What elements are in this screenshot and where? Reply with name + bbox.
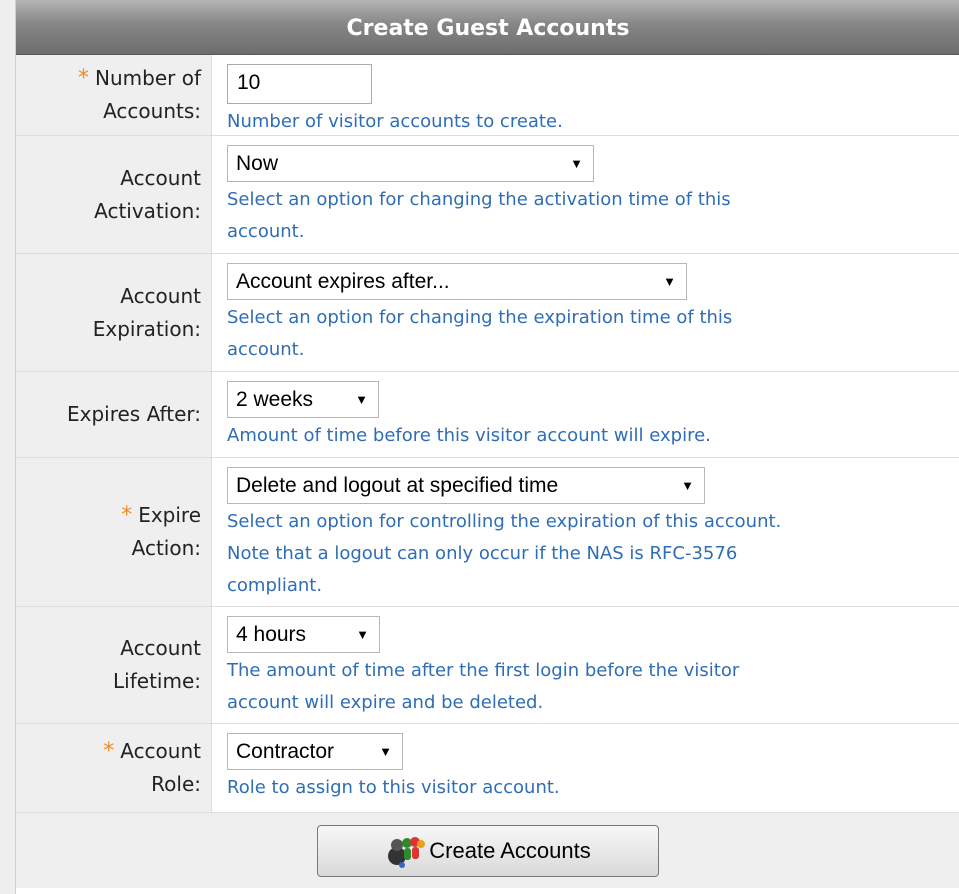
row-account-lifetime: Account Lifetime: 4 hours ▼ The amount o… [16,607,959,724]
account-lifetime-value: 4 hours [236,622,307,646]
caret-down-icon: ▼ [681,478,694,493]
label-activation: Activation: [94,198,201,223]
label-expiration: Expiration: [92,316,201,341]
row-account-expiration: Account Expiration: Account expires afte… [16,254,959,372]
required-marker: * [78,66,90,91]
label-expires-after: Expires After: [66,402,201,426]
expire-action-value: Delete and logout at specified time [236,473,559,497]
number-of-accounts-description: Number of visitor accounts to create. [227,111,563,132]
label-account: Account [120,165,201,190]
row-account-activation: Account Activation: Now ▼ Select an opti… [16,136,959,254]
label-cell: Account Activation: [16,136,212,253]
label-cell: * Number of Accounts: [16,55,212,135]
account-activation-select[interactable]: Now ▼ [227,145,594,182]
required-marker: * [121,503,133,528]
account-role-value: Contractor [236,739,335,763]
create-accounts-label: Create Accounts [429,837,591,863]
label-cell: * Expire Action: [16,458,212,606]
label-account: Account [120,636,201,660]
label-cell: * Account Role: [16,724,212,812]
label-account: Account [120,283,201,308]
row-expire-action: * Expire Action: Delete and logout at spe… [16,458,959,607]
account-expiration-description: Select an option for changing the expira… [227,307,733,360]
field-cell: 10 Number of visitor accounts to create. [212,55,959,135]
number-of-accounts-input[interactable]: 10 [227,64,372,104]
required-marker: * [103,739,115,764]
account-lifetime-description: The amount of time after the first login… [227,660,740,713]
label-role: Role: [151,772,201,796]
account-expiration-value: Account expires after... [236,269,450,293]
label-expire: Expire [138,503,201,527]
expires-after-value: 2 weeks [236,387,314,411]
expire-action-select[interactable]: Delete and logout at specified time ▼ [227,467,705,504]
expires-after-description: Amount of time before this visitor accou… [227,425,711,446]
label-account: Account [120,739,201,763]
create-accounts-button[interactable]: Create Accounts [317,824,659,877]
caret-down-icon: ▼ [379,744,392,759]
account-activation-value: Now [236,151,279,175]
label-cell: Account Expiration: [16,254,212,371]
account-role-select[interactable]: Contractor ▼ [227,733,403,770]
row-number-of-accounts: * Number of Accounts: 10 Number of visito… [16,55,959,136]
account-activation-description: Select an option for changing the activa… [227,189,731,242]
row-expires-after: Expires After: 2 weeks ▼ Amount of time … [16,372,959,458]
row-account-role: * Account Role: Contractor ▼ Role to assi… [16,724,959,813]
label-cell: Expires After: [16,372,212,457]
account-expiration-select[interactable]: Account expires after... ▼ [227,263,687,300]
expire-action-description: Select an option for controlling the exp… [227,511,782,596]
field-cell: Delete and logout at specified time ▼ Se… [212,458,959,606]
form-footer: Create Accounts [16,813,959,888]
field-cell: 4 hours ▼ The amount of time after the f… [212,607,959,723]
caret-down-icon: ▼ [570,156,583,171]
account-role-description: Role to assign to this visitor account. [227,777,560,798]
caret-down-icon: ▼ [356,627,369,642]
caret-down-icon: ▼ [663,274,676,289]
expires-after-select[interactable]: 2 weeks ▼ [227,381,379,418]
label-number-of: Number of [95,66,201,90]
field-cell: 2 weeks ▼ Amount of time before this vis… [212,372,959,457]
create-guest-accounts-form: Create Guest Accounts * Number of Account… [15,0,959,894]
label-action: Action: [131,536,201,560]
form-title: Create Guest Accounts [16,0,959,55]
label-cell: Account Lifetime: [16,607,212,723]
caret-down-icon: ▼ [355,392,368,407]
field-cell: Now ▼ Select an option for changing the … [212,136,959,253]
label-accounts: Accounts: [103,99,201,123]
label-lifetime: Lifetime: [113,669,201,693]
field-cell: Account expires after... ▼ Select an opt… [212,254,959,371]
group-users-icon [388,836,426,868]
field-cell: Contractor ▼ Role to assign to this visi… [212,724,959,812]
account-lifetime-select[interactable]: 4 hours ▼ [227,616,380,653]
